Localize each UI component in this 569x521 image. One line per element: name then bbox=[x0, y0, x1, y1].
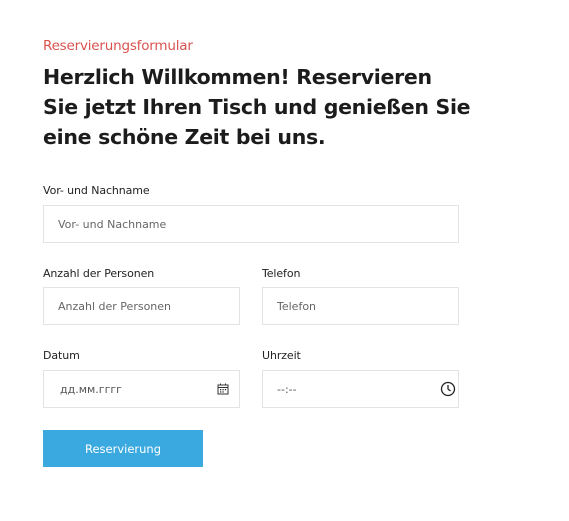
date-input[interactable]: дд.мм.гггг bbox=[43, 370, 240, 408]
calendar-icon[interactable] bbox=[217, 383, 229, 395]
date-label: Datum bbox=[43, 349, 80, 362]
phone-label: Telefon bbox=[262, 267, 301, 280]
clock-icon[interactable] bbox=[440, 381, 456, 397]
reservation-form: Reservierungsformular Herzlich Willkomme… bbox=[0, 0, 569, 521]
name-label: Vor- und Nachname bbox=[43, 184, 150, 197]
persons-input[interactable] bbox=[43, 287, 240, 325]
time-input[interactable]: --:-- bbox=[262, 370, 459, 408]
reservation-button[interactable]: Reservierung bbox=[43, 430, 203, 467]
phone-input[interactable] bbox=[262, 287, 459, 325]
form-headline: Herzlich Willkommen! Reservieren Sie jet… bbox=[43, 65, 471, 149]
form-eyebrow: Reservierungsformular bbox=[43, 38, 193, 54]
persons-label: Anzahl der Personen bbox=[43, 267, 155, 280]
date-placeholder: дд.мм.гггг bbox=[60, 382, 122, 396]
name-input[interactable] bbox=[43, 205, 459, 243]
time-label: Uhrzeit bbox=[262, 349, 301, 362]
time-placeholder: --:-- bbox=[277, 382, 297, 396]
